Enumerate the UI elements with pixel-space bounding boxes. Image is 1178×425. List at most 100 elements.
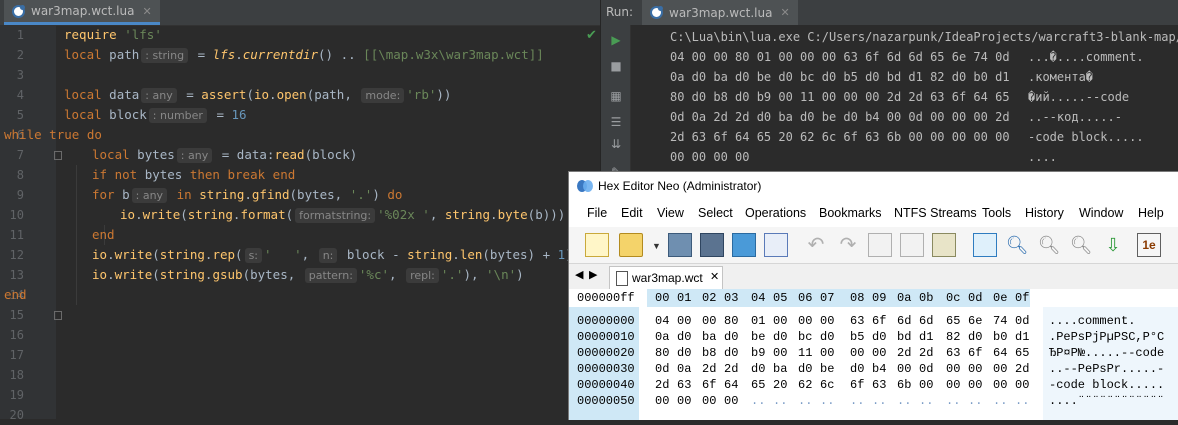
- hex-byte[interactable]: 6b: [897, 377, 911, 393]
- find-previous-icon[interactable]: 🔍︎: [1069, 233, 1093, 257]
- hex-byte[interactable]: d0: [677, 345, 691, 361]
- hex-byte[interactable]: 2d: [655, 377, 669, 393]
- inspection-ok-icon[interactable]: ✔: [586, 28, 597, 43]
- hex-byte[interactable]: 20: [773, 377, 787, 393]
- save-as-icon[interactable]: [732, 233, 756, 257]
- hex-byte[interactable]: 62: [798, 377, 812, 393]
- hex-byte[interactable]: 6f: [850, 377, 864, 393]
- hex-byte[interactable]: d0: [968, 329, 982, 345]
- rerun-icon[interactable]: ▶: [607, 31, 625, 49]
- insert-icon[interactable]: [973, 233, 997, 257]
- hex-byte[interactable]: 00: [702, 393, 716, 409]
- hex-byte[interactable]: ba: [773, 361, 787, 377]
- find-icon[interactable]: 🔍︎: [1005, 233, 1029, 257]
- hex-byte[interactable]: 00: [677, 313, 691, 329]
- save-icon[interactable]: [668, 233, 692, 257]
- hex-byte[interactable]: bd: [897, 329, 911, 345]
- close-icon[interactable]: ✕: [142, 5, 151, 18]
- hex-byte[interactable]: d0: [724, 329, 738, 345]
- hex-byte[interactable]: 00: [677, 393, 691, 409]
- hex-byte[interactable]: 00: [773, 345, 787, 361]
- hex-byte[interactable]: 0d: [1015, 313, 1029, 329]
- hex-byte[interactable]: b4: [872, 361, 886, 377]
- hex-byte[interactable]: 6f: [968, 345, 982, 361]
- hex-byte[interactable]: b9: [751, 345, 765, 361]
- hex-byte[interactable]: 0d: [919, 361, 933, 377]
- hex-byte[interactable]: 11: [798, 345, 812, 361]
- hex-byte[interactable]: 2d: [897, 345, 911, 361]
- hex-byte[interactable]: 00: [724, 393, 738, 409]
- hex-byte[interactable]: 6f: [872, 313, 886, 329]
- hex-byte[interactable]: 00: [1015, 377, 1029, 393]
- hex-byte[interactable]: d0: [820, 329, 834, 345]
- close-icon[interactable]: ✕: [780, 6, 789, 19]
- column-count-icon[interactable]: 1e: [1137, 233, 1161, 257]
- hex-byte[interactable]: d0: [751, 361, 765, 377]
- hex-byte[interactable]: ..: [798, 393, 812, 409]
- hex-byte[interactable]: ..: [773, 393, 787, 409]
- layout-icon[interactable]: ▦: [607, 87, 625, 105]
- save-all-icon[interactable]: [700, 233, 724, 257]
- hex-byte[interactable]: 6d: [897, 313, 911, 329]
- run-tab-war3map-lua[interactable]: war3map.wct.lua ✕: [642, 0, 798, 25]
- chevron-down-icon[interactable]: ▼: [652, 241, 661, 251]
- hex-byte[interactable]: 00: [993, 377, 1007, 393]
- hex-byte[interactable]: ..: [946, 393, 960, 409]
- fold-marker-icon[interactable]: [54, 151, 62, 160]
- hex-byte[interactable]: d0: [872, 329, 886, 345]
- hex-editor-title-bar[interactable]: Hex Editor Neo (Administrator): [569, 172, 1178, 200]
- hex-byte[interactable]: 2d: [919, 345, 933, 361]
- hex-byte[interactable]: 80: [724, 313, 738, 329]
- undo-icon[interactable]: ↶: [804, 233, 828, 257]
- hex-byte[interactable]: b8: [702, 345, 716, 361]
- hex-byte[interactable]: 64: [993, 345, 1007, 361]
- document-tab-war3map-wct[interactable]: war3map.wct ✕: [609, 266, 723, 289]
- hex-byte[interactable]: b0: [993, 329, 1007, 345]
- redo-icon[interactable]: ↷: [836, 233, 860, 257]
- hex-byte[interactable]: 00: [993, 361, 1007, 377]
- editor-tab-war3map-lua[interactable]: war3map.wct.lua ✕: [4, 0, 160, 25]
- hex-byte[interactable]: 00: [968, 361, 982, 377]
- hex-byte[interactable]: d0: [773, 329, 787, 345]
- hex-byte[interactable]: 82: [946, 329, 960, 345]
- hex-byte[interactable]: 00: [820, 313, 834, 329]
- menu-bookmarks[interactable]: Bookmarks: [819, 206, 882, 220]
- hex-byte[interactable]: 6e: [968, 313, 982, 329]
- hex-data-view[interactable]: 00000000 00000010 00000020 00000030 0000…: [569, 307, 1178, 420]
- hex-byte[interactable]: ..: [872, 393, 886, 409]
- hex-byte[interactable]: ..: [1015, 393, 1029, 409]
- hex-byte[interactable]: ..: [897, 393, 911, 409]
- hex-byte[interactable]: 65: [751, 377, 765, 393]
- tab-scroll-right-icon[interactable]: ▶: [589, 268, 597, 281]
- hex-byte[interactable]: 2d: [724, 361, 738, 377]
- hex-byte[interactable]: 00: [702, 313, 716, 329]
- hex-byte[interactable]: 65: [1015, 345, 1029, 361]
- hex-byte[interactable]: d1: [1015, 329, 1029, 345]
- hex-byte[interactable]: 65: [946, 313, 960, 329]
- hex-byte[interactable]: ..: [919, 393, 933, 409]
- hex-byte[interactable]: b5: [850, 329, 864, 345]
- hex-byte[interactable]: ..: [993, 393, 1007, 409]
- stop-icon[interactable]: ■: [607, 57, 625, 75]
- hex-byte[interactable]: 0a: [655, 329, 669, 345]
- soft-wrap-icon[interactable]: ☰: [607, 113, 625, 131]
- hex-byte[interactable]: 00: [946, 377, 960, 393]
- hex-byte[interactable]: 00: [919, 377, 933, 393]
- hex-byte[interactable]: 00: [968, 377, 982, 393]
- hex-byte[interactable]: 00: [850, 345, 864, 361]
- hex-byte[interactable]: 01: [751, 313, 765, 329]
- print-icon[interactable]: [764, 233, 788, 257]
- hex-byte[interactable]: be: [820, 361, 834, 377]
- hex-byte[interactable]: ..: [751, 393, 765, 409]
- menu-ntfs-streams[interactable]: NTFS Streams: [894, 206, 977, 220]
- tab-scroll-left-icon[interactable]: ◀: [575, 268, 583, 281]
- hex-byte[interactable]: d1: [919, 329, 933, 345]
- hex-byte[interactable]: 64: [724, 377, 738, 393]
- hex-byte[interactable]: 0d: [655, 361, 669, 377]
- hex-byte[interactable]: 6d: [919, 313, 933, 329]
- open-folder-icon[interactable]: [619, 233, 643, 257]
- hex-byte[interactable]: 80: [655, 345, 669, 361]
- hex-byte[interactable]: 74: [993, 313, 1007, 329]
- copy-icon[interactable]: [900, 233, 924, 257]
- scroll-to-end-icon[interactable]: ⇊: [607, 135, 625, 153]
